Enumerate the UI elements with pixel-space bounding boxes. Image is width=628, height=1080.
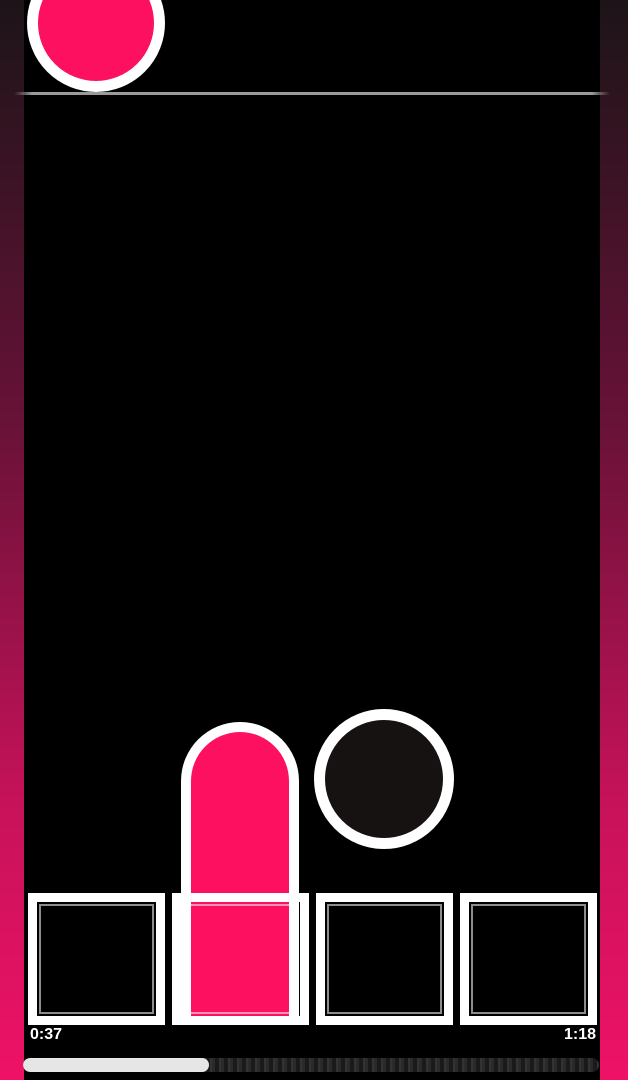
game-stage: 0:37 1:18 xyxy=(0,0,628,1080)
lane-button-1[interactable] xyxy=(28,893,165,1025)
left-gradient-border xyxy=(0,0,24,1080)
hit-line xyxy=(14,92,610,95)
progress-bar[interactable] xyxy=(23,1058,599,1072)
total-time: 1:18 xyxy=(563,1026,596,1043)
elapsed-time: 0:37 xyxy=(30,1026,63,1043)
dark-tap-note xyxy=(314,709,454,849)
right-gradient-border xyxy=(600,0,628,1080)
lane-button-4[interactable] xyxy=(460,893,597,1025)
lane-button-3[interactable] xyxy=(316,893,453,1025)
progress-bar-fill xyxy=(23,1058,209,1072)
pink-tap-note xyxy=(27,0,165,92)
lane-button-2[interactable] xyxy=(172,893,309,1025)
